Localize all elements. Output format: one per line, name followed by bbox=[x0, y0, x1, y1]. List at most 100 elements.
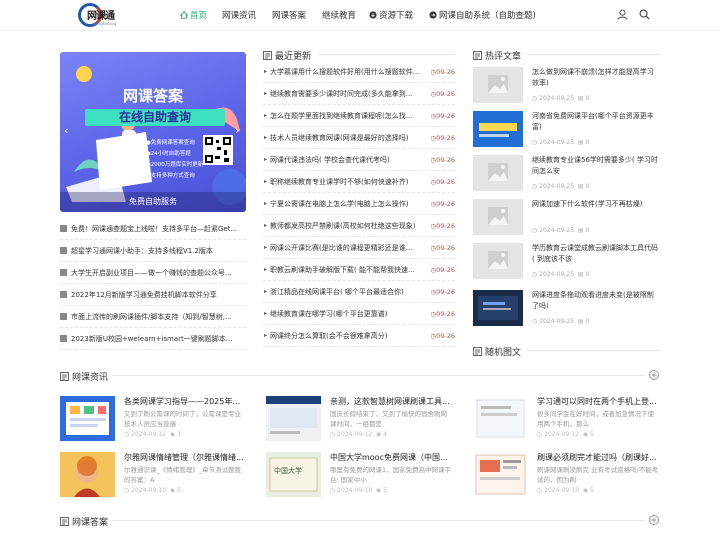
triangle-icon: ▸ bbox=[264, 112, 268, 119]
latest-item-date: ◷09-26 bbox=[430, 149, 455, 171]
nav-self-service[interactable]: 网课自助系统（自助查题) bbox=[429, 9, 536, 21]
user-icon[interactable] bbox=[617, 9, 628, 20]
hot-thumbnail[interactable] bbox=[473, 290, 523, 326]
latest-item[interactable]: ▸ 技术人员继续教育网课(网课是最好的选择吗) ◷09-26 bbox=[263, 127, 455, 149]
latest-item-date: ◷09-26 bbox=[430, 281, 455, 303]
list-icon bbox=[60, 517, 69, 526]
latest-item[interactable]: ▸ 教师都发高校严禁刷课(高校如何杜绝这些现象) ◷09-26 bbox=[263, 215, 455, 237]
news-card-title[interactable]: 尔雅网课情绪管理（尔雅课情绪... bbox=[124, 452, 247, 463]
news-thumbnail[interactable]: 中国大学 bbox=[266, 452, 321, 497]
news-thumbnail[interactable] bbox=[266, 396, 321, 441]
list-item[interactable]: 大学生开启副业项目——做一个赚钱的查题公众号... bbox=[60, 262, 246, 284]
logo-text: 网课通 bbox=[87, 11, 115, 22]
latest-item[interactable]: ▸ 继续教育课在哪学习(哪个平台更靠谱) ◷09-26 bbox=[263, 303, 455, 325]
hot-thumbnail[interactable] bbox=[473, 243, 523, 279]
clock-icon: ◷ bbox=[330, 487, 336, 494]
news-card-excerpt: 哪里有免费的网课1，国家免费高中网课平台: 国家中小 bbox=[330, 466, 452, 484]
banner-line: ●2000万题库实时更新 bbox=[146, 162, 204, 168]
news-card-meta: ◷ 2024-09-10 ◉ 5 bbox=[330, 487, 387, 494]
list-item[interactable]: 免费！网课通查题宝上线啦！支持多平台—赶紧Get... bbox=[60, 218, 246, 240]
nav-news[interactable]: 网课资讯 bbox=[222, 9, 256, 21]
banner-line: ●免费网课答案查询 bbox=[146, 140, 195, 146]
latest-item[interactable]: ▸ 网课代课违法吗( 学校会查代课代考吗) ◷09-26 bbox=[263, 149, 455, 171]
banner-carousel[interactable]: 网课答案 在线自助查询 ●免费网课答案查询 ●24小时自助答题 ●2000万题库… bbox=[60, 52, 246, 212]
news-card[interactable]: 亲测，这款智慧树网课刷课工具... 国庆长假结束了，又到了愉快的宿舍刷网课时间。… bbox=[266, 396, 453, 451]
latest-item-title: 职称继续教育专业课学时不够(如何快速补齐) bbox=[270, 178, 409, 186]
news-card[interactable]: 中国大学 中国大学mooc免费网课（中国大... 哪里有免费的网课1，国家免费高… bbox=[266, 452, 453, 507]
expand-plus-icon[interactable] bbox=[649, 370, 659, 380]
comment-icon: ▤ bbox=[577, 95, 584, 102]
hot-article[interactable]: 继续教育专业课56学时需要多少( 学习时间怎么安 ◷ 2024-09-25 ▤ … bbox=[473, 155, 660, 199]
hot-thumbnail[interactable] bbox=[473, 199, 523, 235]
news-card[interactable]: 尔雅网课情绪管理（尔雅课情绪... 尔雅通识课_《情绪管理》_章节测试题我的答案… bbox=[60, 452, 247, 507]
news-card-title[interactable]: 刷课必须刷完才能过吗（刷课好... bbox=[537, 452, 660, 463]
news-thumbnail[interactable] bbox=[473, 452, 528, 497]
hot-article[interactable]: 网课进度条拖动观看进度未变(是被限制了吗) ◷ 2024-09-25 ▤ 0 bbox=[473, 290, 660, 334]
news-thumbnail[interactable] bbox=[473, 396, 528, 441]
banner-next-arrow[interactable]: › bbox=[235, 124, 239, 137]
nav-downloads[interactable]: 资源下载 bbox=[369, 9, 413, 21]
banner-prev-arrow[interactable]: ‹ bbox=[64, 124, 68, 137]
clock-icon: ◷ bbox=[532, 318, 538, 325]
latest-item[interactable]: ▸ 网课公开课比赛(是比谁的课程更精彩还是谁... ◷09-26 bbox=[263, 237, 455, 259]
news-card[interactable]: 学习通可以同时在两个手机上登... 很多同学会在好时间，或者加急情况下使用两个手… bbox=[473, 396, 660, 451]
hot-article[interactable]: 网课加速下什么软件(学习不再枯燥) ◷ 2024-09-25 ▤ 0 bbox=[473, 199, 660, 243]
comment-icon: ▤ bbox=[577, 227, 584, 234]
news-card-title[interactable]: 中国大学mooc免费网课（中国大... bbox=[330, 452, 453, 463]
qr-code bbox=[203, 135, 233, 165]
hot-article-meta: ◷ 2024-09-25 ▤ 0 bbox=[532, 183, 589, 190]
latest-item[interactable]: ▸ 大学慕课用什么搜题软件好用(用什么搜题软件... ◷09-26 bbox=[263, 61, 455, 83]
list-item[interactable]: 2023新版U校园+welearn+ismart一键刷题脚本... bbox=[60, 328, 246, 350]
divider bbox=[527, 54, 660, 55]
hot-article[interactable]: 河南省免费网课平台(哪个平台资源更丰富) ◷ 2024-09-25 ▤ 0 bbox=[473, 111, 660, 155]
hot-article[interactable]: 怎么做到网课不崩溃(怎样才能提高学习效率) ◷ 2024-09-25 ▤ 0 bbox=[473, 67, 660, 111]
hot-date: 2024-09-25 bbox=[539, 95, 575, 102]
latest-item[interactable]: ▸ 职教云刷课助手破解版下载( 能不能帮我快速... ◷09-26 bbox=[263, 259, 455, 281]
latest-item[interactable]: ▸ 浙江精品在线网课平台( 哪个平台最适合你) ◷09-26 bbox=[263, 281, 455, 303]
latest-item[interactable]: ▸ 继续教育需要多少课时时间完成(多久能拿到... ◷09-26 bbox=[263, 83, 455, 105]
latest-date-text: 09-26 bbox=[436, 310, 455, 318]
news-card-title[interactable]: 亲测，这款智慧树网课刷课工具... bbox=[330, 396, 453, 407]
hot-thumbnail[interactable] bbox=[473, 111, 523, 147]
expand-plus-icon[interactable] bbox=[649, 515, 659, 525]
nav-downloads-label: 资源下载 bbox=[379, 11, 414, 21]
news-card[interactable]: 各类网课学习指导——2025年度... 又到了刷公需课的时间了，公需课是专业技术… bbox=[60, 396, 247, 451]
site-logo[interactable]: 网课通 wangketong bbox=[78, 3, 124, 27]
news-thumbnail[interactable] bbox=[60, 452, 115, 497]
check-icon bbox=[60, 313, 67, 320]
banner-title: 网课答案 bbox=[122, 87, 183, 105]
latest-item[interactable]: ▸ 网课终分怎么算取(会不会很难拿高分) ◷09-26 bbox=[263, 325, 455, 347]
hot-article-meta: ◷ 2024-09-25 ▤ 0 bbox=[532, 227, 589, 234]
latest-item[interactable]: ▸ 职称继续教育专业课学时不够(如何快速补齐) ◷09-26 bbox=[263, 171, 455, 193]
news-card-title[interactable]: 各类网课学习指导——2025年度... bbox=[124, 396, 247, 407]
latest-item[interactable]: ▸ 怎么在题学里面找到继续教育课程呢(怎么找... ◷09-26 bbox=[263, 105, 455, 127]
hot-article-title: 怎么做到网课不崩溃(怎样才能提高学习效率) bbox=[532, 68, 654, 87]
top-navbar: 网课通 wangketong 首页 网课资讯 网课答案 继续教育 资源下载 网课… bbox=[0, 0, 720, 31]
news-card-excerpt: 尔雅通识课_《情绪管理》_章节测试题我的答案：A bbox=[124, 466, 241, 484]
hot-thumbnail[interactable] bbox=[473, 67, 523, 103]
comment-icon: ▤ bbox=[577, 139, 584, 146]
latest-item[interactable]: ▸ 宁夏公需课在电脑上怎么学(电脑上怎么操作) ◷09-26 bbox=[263, 193, 455, 215]
news-thumbnail[interactable] bbox=[60, 396, 115, 441]
eye-icon: ◉ bbox=[375, 431, 382, 438]
comment-icon: ▤ bbox=[577, 183, 584, 190]
list-item[interactable]: 2022年12月新版学习通免费挂机脚本软件分享 bbox=[60, 284, 246, 306]
nav-home[interactable]: 首页 bbox=[180, 9, 207, 21]
eye-icon: ◉ bbox=[169, 431, 176, 438]
nav-continuing-edu[interactable]: 继续教育 bbox=[322, 9, 356, 21]
news-card[interactable]: 刷课必须刷完才能过吗（刷课好... 刷课网课刷没刷完 业有考试资格吗/不能考试的… bbox=[473, 452, 660, 507]
latest-item-title: 怎么在题学里面找到继续教育课程呢(怎么找... bbox=[270, 112, 413, 120]
hot-article-title: 学历教育云课堂成教云刷课脚本工具代码( 到底该不该 bbox=[532, 244, 658, 263]
nav-answers[interactable]: 网课答案 bbox=[272, 9, 306, 21]
hot-article[interactable]: 学历教育云课堂成教云刷课脚本工具代码( 到底该不该 ◷ 2024-09-25 ▤… bbox=[473, 243, 660, 287]
divider bbox=[527, 350, 660, 351]
latest-item-date: ◷09-26 bbox=[430, 237, 455, 259]
news-views: 3 bbox=[177, 431, 181, 438]
search-icon[interactable] bbox=[639, 9, 650, 20]
news-card-title[interactable]: 学习通可以同时在两个手机上登... bbox=[537, 396, 660, 407]
hot-thumbnail[interactable] bbox=[473, 155, 523, 191]
list-item[interactable]: 超星学习通网课小助手：支持多线程V1.2版本 bbox=[60, 240, 246, 262]
answers-header: 网课答案 bbox=[60, 515, 108, 528]
list-item[interactable]: 市面上流传的刷网课插件/脚本支持（知到/智慧树,... bbox=[60, 306, 246, 328]
hot-date: 2024-09-25 bbox=[539, 183, 575, 190]
